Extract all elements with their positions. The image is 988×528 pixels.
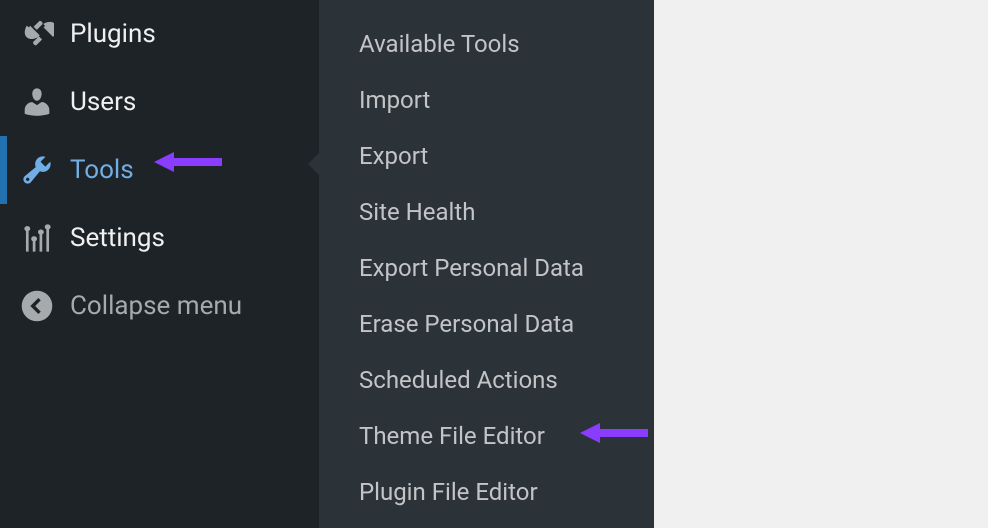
submenu-item-erase-personal-data[interactable]: Erase Personal Data xyxy=(319,296,654,352)
submenu-item-export[interactable]: Export xyxy=(319,128,654,184)
sidebar-item-label: Plugins xyxy=(70,19,156,49)
annotation-arrow-tools xyxy=(152,147,227,177)
plugin-icon xyxy=(20,17,54,51)
sidebar-item-collapse[interactable]: Collapse menu xyxy=(0,272,319,340)
admin-sidebar: Plugins Users Tools Settings Collapse me… xyxy=(0,0,319,528)
sidebar-item-label: Settings xyxy=(70,223,165,253)
sidebar-item-label: Tools xyxy=(70,155,134,185)
submenu-item-available-tools[interactable]: Available Tools xyxy=(319,16,654,72)
submenu-item-scheduled-actions[interactable]: Scheduled Actions xyxy=(319,352,654,408)
sidebar-item-label: Collapse menu xyxy=(70,291,242,321)
sidebar-item-label: Users xyxy=(70,87,136,117)
sidebar-item-users[interactable]: Users xyxy=(0,68,319,136)
sidebar-item-plugins[interactable]: Plugins xyxy=(0,0,319,68)
submenu-arrow-pointer xyxy=(308,148,324,180)
submenu-item-plugin-file-editor[interactable]: Plugin File Editor xyxy=(319,464,654,520)
submenu-item-export-personal-data[interactable]: Export Personal Data xyxy=(319,240,654,296)
submenu-item-import[interactable]: Import xyxy=(319,72,654,128)
sliders-icon xyxy=(20,221,54,255)
user-icon xyxy=(20,85,54,119)
wrench-icon xyxy=(20,153,54,187)
annotation-arrow-theme-editor xyxy=(578,418,653,448)
sidebar-item-settings[interactable]: Settings xyxy=(0,204,319,272)
tools-submenu: Available Tools Import Export Site Healt… xyxy=(319,0,654,528)
content-area xyxy=(654,0,988,528)
collapse-icon xyxy=(20,289,54,323)
submenu-item-site-health[interactable]: Site Health xyxy=(319,184,654,240)
